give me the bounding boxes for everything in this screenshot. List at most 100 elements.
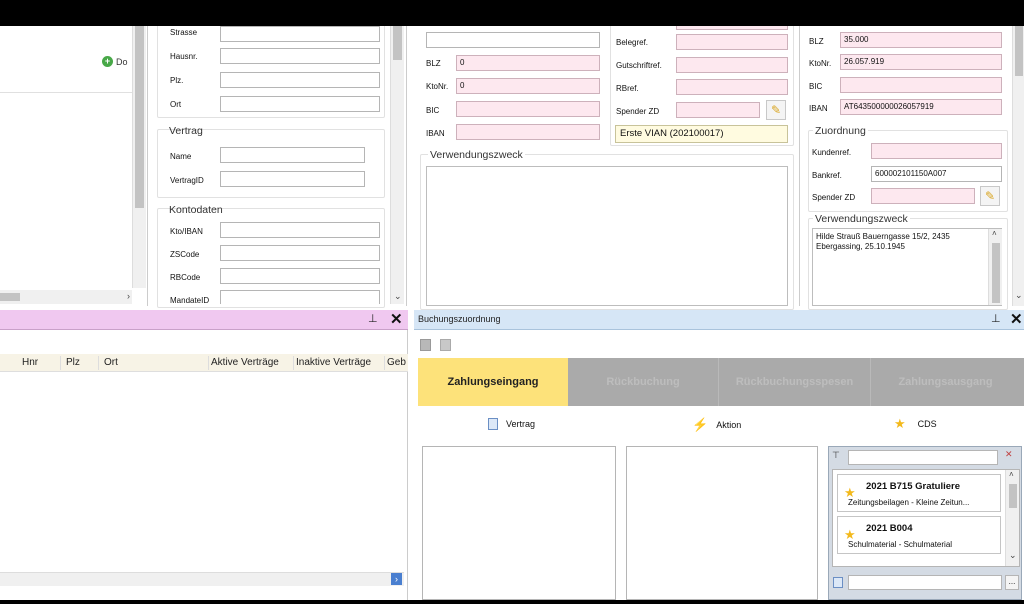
column-header-plz[interactable]: Plz: [66, 357, 80, 368]
close-icon[interactable]: ✕: [1010, 310, 1023, 328]
bank-transaction-pane: BLZ 35.000 KtoNr. 26.057.919 BIC IBAN AT…: [804, 26, 1024, 310]
tree-separator: [0, 92, 132, 93]
rbref-input[interactable]: [676, 79, 788, 95]
column-header-inactive-contracts[interactable]: Inaktive Verträge: [296, 357, 371, 368]
iban-label: Kto/IBAN: [170, 227, 203, 236]
right-pane-scroll-thumb[interactable]: [1015, 26, 1023, 76]
tab-zahlungseingang[interactable]: Zahlungseingang: [418, 358, 568, 406]
pin-icon[interactable]: ⊥: [991, 312, 1001, 325]
spender-edit-button-right[interactable]: ✎: [980, 186, 1000, 206]
street-input[interactable]: [220, 26, 380, 42]
blz-label-right: BLZ: [809, 37, 824, 46]
close-icon[interactable]: ✕: [390, 310, 403, 328]
lightning-icon: ⚡: [692, 417, 709, 432]
belegref-label: Belegref.: [616, 38, 649, 47]
nav-scroll-thumb[interactable]: [135, 26, 144, 208]
zs-code-input[interactable]: [220, 245, 380, 261]
column-header-hnr[interactable]: Hnr: [22, 357, 38, 368]
kto-input[interactable]: 0: [456, 78, 600, 94]
kundenref-input[interactable]: [871, 143, 1002, 159]
transaction-pane: BLZ 0 KtoNr. 0 BIC IBAN Belegref. Gutsch…: [414, 26, 800, 310]
purpose-scroll-thumb[interactable]: [992, 243, 1000, 303]
rbref-label: RBref.: [616, 84, 639, 93]
bic-input[interactable]: [456, 101, 600, 117]
spender-input[interactable]: [676, 102, 760, 118]
column-header-geb[interactable]: Geb: [387, 357, 407, 368]
tab-rueckbuchungsspesen[interactable]: Rückbuchungsspesen: [718, 358, 870, 406]
kto-label-right: KtoNr.: [809, 59, 832, 68]
purpose-scrollbar-right[interactable]: ˄: [988, 229, 1002, 305]
rb-code-input[interactable]: [220, 268, 380, 284]
save-icon[interactable]: [420, 339, 431, 351]
suggestion-tooltip[interactable]: Erste VIAN (202100017): [615, 125, 788, 143]
nav-vertical-scrollbar[interactable]: [132, 26, 146, 288]
chevron-right-icon[interactable]: ›: [391, 573, 402, 585]
gutschrift-input[interactable]: [676, 57, 788, 73]
city-input[interactable]: [220, 96, 380, 112]
column-header-active-contracts[interactable]: Aktive Verträge: [211, 357, 279, 368]
purpose-textarea-right[interactable]: Hilde Strauß Bauerngasse 15/2, 2435 Eber…: [812, 228, 1002, 306]
spender-label: Spender ZD: [616, 107, 660, 116]
contract-id-input[interactable]: [220, 171, 365, 187]
blz-input[interactable]: 0: [456, 55, 600, 71]
right-pane-scrollbar[interactable]: ⌄: [1012, 26, 1024, 306]
cds-more-button[interactable]: ...: [1005, 575, 1019, 590]
spender-input-right[interactable]: [871, 188, 975, 204]
pin-icon[interactable]: ⊥: [368, 312, 378, 325]
column-divider: [293, 356, 294, 370]
tab-rueckbuchung[interactable]: Rückbuchung: [568, 358, 718, 406]
aktion-list[interactable]: [626, 446, 818, 600]
cds-search-input[interactable]: [848, 450, 998, 465]
add-link[interactable]: + Do: [102, 56, 128, 67]
cds-scroll-thumb[interactable]: [1009, 484, 1017, 508]
cds-item-subtitle: Schulmaterial - Schulmaterial: [848, 540, 953, 549]
filter-icon[interactable]: ⊤: [832, 450, 840, 461]
bankref-label: Bankref.: [812, 171, 842, 180]
section-header-aktion: ⚡ Aktion: [692, 417, 742, 432]
cds-item[interactable]: ★ 2021 B004 Schulmaterial - Schulmateria…: [837, 516, 1001, 554]
street-label: Strasse: [170, 28, 198, 37]
house-number-input[interactable]: [220, 48, 380, 64]
form-vertical-scrollbar[interactable]: ⌄: [390, 26, 404, 304]
chevron-up-icon[interactable]: ˄: [992, 229, 997, 238]
chevron-down-icon[interactable]: ⌄: [1015, 290, 1023, 301]
chevron-up-icon[interactable]: ˄: [1009, 470, 1014, 479]
add-link-label: Do: [116, 56, 128, 67]
kto-input-right[interactable]: 26.057.919: [840, 54, 1002, 70]
clear-filter-icon[interactable]: ✕: [1005, 449, 1013, 460]
middle-top-input[interactable]: [426, 32, 600, 48]
calendar-icon[interactable]: [833, 577, 843, 588]
vertrag-list[interactable]: [422, 446, 616, 600]
column-header-ort[interactable]: Ort: [104, 357, 118, 368]
cds-list-scrollbar[interactable]: ˄ ⌄: [1005, 470, 1019, 566]
application-window: + Do › Strasse Hausnr. Plz. Ort Vertrag …: [0, 26, 1024, 600]
bankref-input[interactable]: 600002101150A007: [871, 166, 1002, 182]
top-reference-input[interactable]: [676, 26, 788, 30]
cds-bottom-input[interactable]: [848, 575, 1002, 590]
bic-input-right[interactable]: [840, 77, 1002, 93]
contract-name-input[interactable]: [220, 147, 365, 163]
mandate-id-input[interactable]: [220, 290, 380, 304]
iban-input[interactable]: [220, 222, 380, 238]
purpose-textarea-middle[interactable]: [426, 166, 788, 306]
kundenref-label: Kundenref.: [812, 148, 852, 157]
tab-zahlungsausgang[interactable]: Zahlungsausgang: [870, 358, 1020, 406]
iban-input-right[interactable]: AT643500000026057919: [840, 99, 1002, 115]
cds-panel: ⊤ ✕ ★ 2021 B715 Gratuliere Zeitungsbeila…: [828, 446, 1022, 600]
spender-edit-button[interactable]: ✎: [766, 100, 786, 120]
rb-code-label: RBCode: [170, 273, 201, 282]
iban-input-middle[interactable]: [456, 124, 600, 140]
chevron-down-icon[interactable]: ⌄: [1009, 550, 1017, 561]
belegref-input[interactable]: [676, 34, 788, 50]
cds-item[interactable]: ★ 2021 B715 Gratuliere Zeitungsbeilagen …: [837, 474, 1001, 512]
customer-list-hscrollbar[interactable]: ›: [0, 572, 404, 586]
cds-item-title: 2021 B004: [866, 523, 913, 534]
document-icon[interactable]: [440, 339, 451, 351]
nav-horizontal-scrollbar[interactable]: ›: [0, 290, 132, 304]
nav-hscroll-thumb[interactable]: [0, 293, 20, 301]
chevron-right-icon[interactable]: ›: [127, 291, 130, 301]
zip-input[interactable]: [220, 72, 380, 88]
chevron-down-icon[interactable]: ⌄: [394, 291, 402, 302]
form-scroll-thumb[interactable]: [393, 26, 402, 60]
blz-input-right[interactable]: 35.000: [840, 32, 1002, 48]
